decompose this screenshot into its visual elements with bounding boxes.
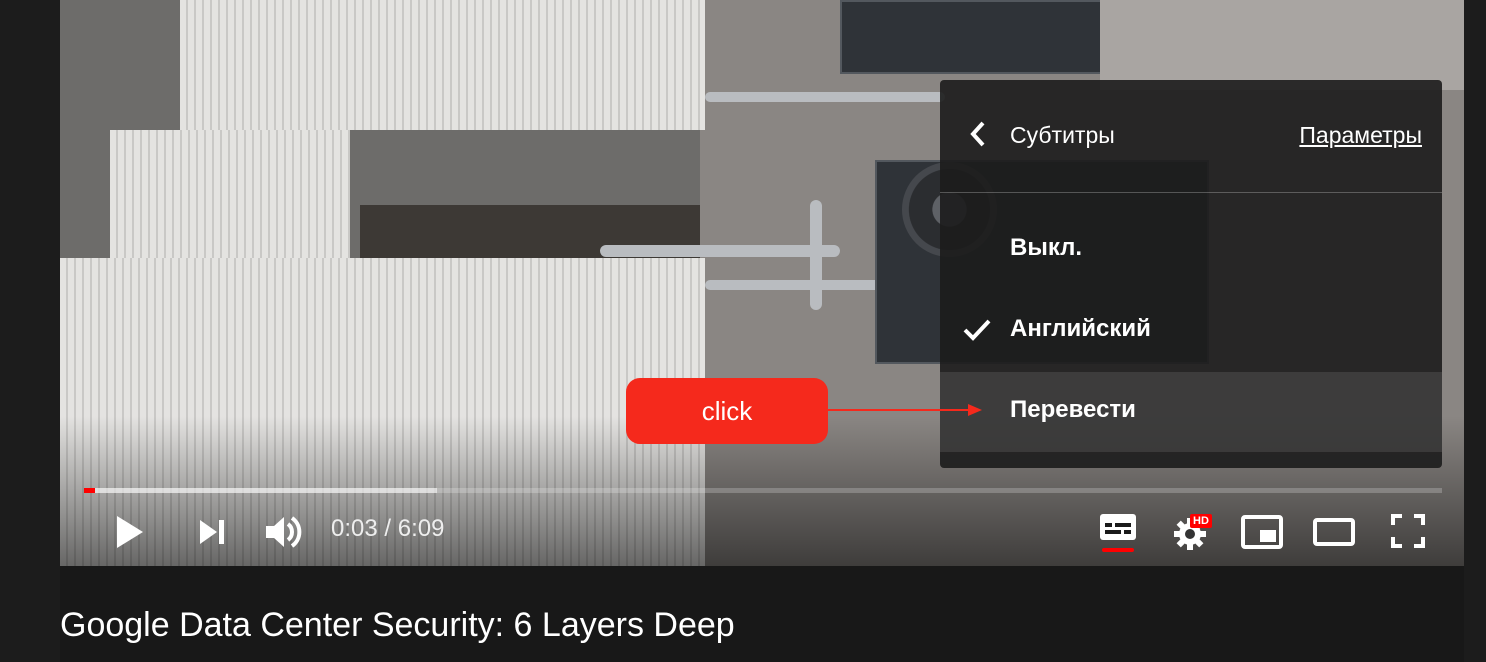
fullscreen-icon <box>1391 514 1425 548</box>
subtitles-menu: Субтитры Параметры Выкл. Английский Пере… <box>940 80 1442 468</box>
mute-button[interactable] <box>258 508 306 556</box>
play-button[interactable] <box>108 510 152 554</box>
theater-mode-button[interactable] <box>1310 510 1358 554</box>
page-background-left <box>0 0 60 662</box>
progress-played <box>84 488 95 493</box>
settings-button[interactable]: HD <box>1166 508 1218 556</box>
theater-mode-icon <box>1313 518 1355 546</box>
subtitle-options-link[interactable]: Параметры <box>1299 122 1422 149</box>
time-separator: / <box>377 515 398 542</box>
annotation-arrow-icon <box>828 404 982 416</box>
video-frame-roof <box>180 0 705 130</box>
checkmark-icon <box>963 319 991 341</box>
video-frame-pipe <box>600 245 840 257</box>
fullscreen-button[interactable] <box>1384 508 1432 554</box>
volume-icon <box>266 516 302 548</box>
menu-item-english[interactable]: Английский <box>940 291 1442 371</box>
page-background-right <box>1464 0 1486 662</box>
miniplayer-icon <box>1241 515 1283 549</box>
time-current: 0:03 <box>331 515 378 542</box>
video-frame-tower <box>840 0 1124 74</box>
video-title: Google Data Center Security: 6 Layers De… <box>60 606 735 644</box>
hd-badge: HD <box>1190 514 1212 528</box>
video-frame-ground <box>1100 0 1464 90</box>
play-icon <box>117 516 143 548</box>
menu-header: Субтитры Параметры <box>940 80 1442 193</box>
chevron-left-icon[interactable] <box>964 120 992 148</box>
time-display: 0:03 / 6:09 <box>331 514 444 544</box>
menu-item-translate[interactable]: Перевести <box>940 372 1442 452</box>
skip-next-icon <box>200 520 224 544</box>
subtitles-button[interactable] <box>1096 510 1140 554</box>
next-button[interactable] <box>190 510 234 554</box>
progress-buffered <box>84 488 438 493</box>
menu-item-label: Перевести <box>1010 396 1136 423</box>
progress-bar[interactable] <box>84 488 1442 493</box>
time-total: 6:09 <box>397 515 445 542</box>
click-annotation-badge: click <box>626 378 828 444</box>
video-frame-pipe <box>705 92 945 102</box>
menu-title[interactable]: Субтитры <box>1010 122 1115 149</box>
video-frame-pipe <box>810 200 822 310</box>
miniplayer-button[interactable] <box>1238 510 1286 554</box>
video-frame-roof <box>110 130 350 260</box>
menu-item-label: Выкл. <box>1010 234 1083 261</box>
menu-item-label: Английский <box>1010 315 1151 342</box>
menu-item-off[interactable]: Выкл. <box>940 210 1442 290</box>
subtitles-icon <box>1100 514 1136 552</box>
